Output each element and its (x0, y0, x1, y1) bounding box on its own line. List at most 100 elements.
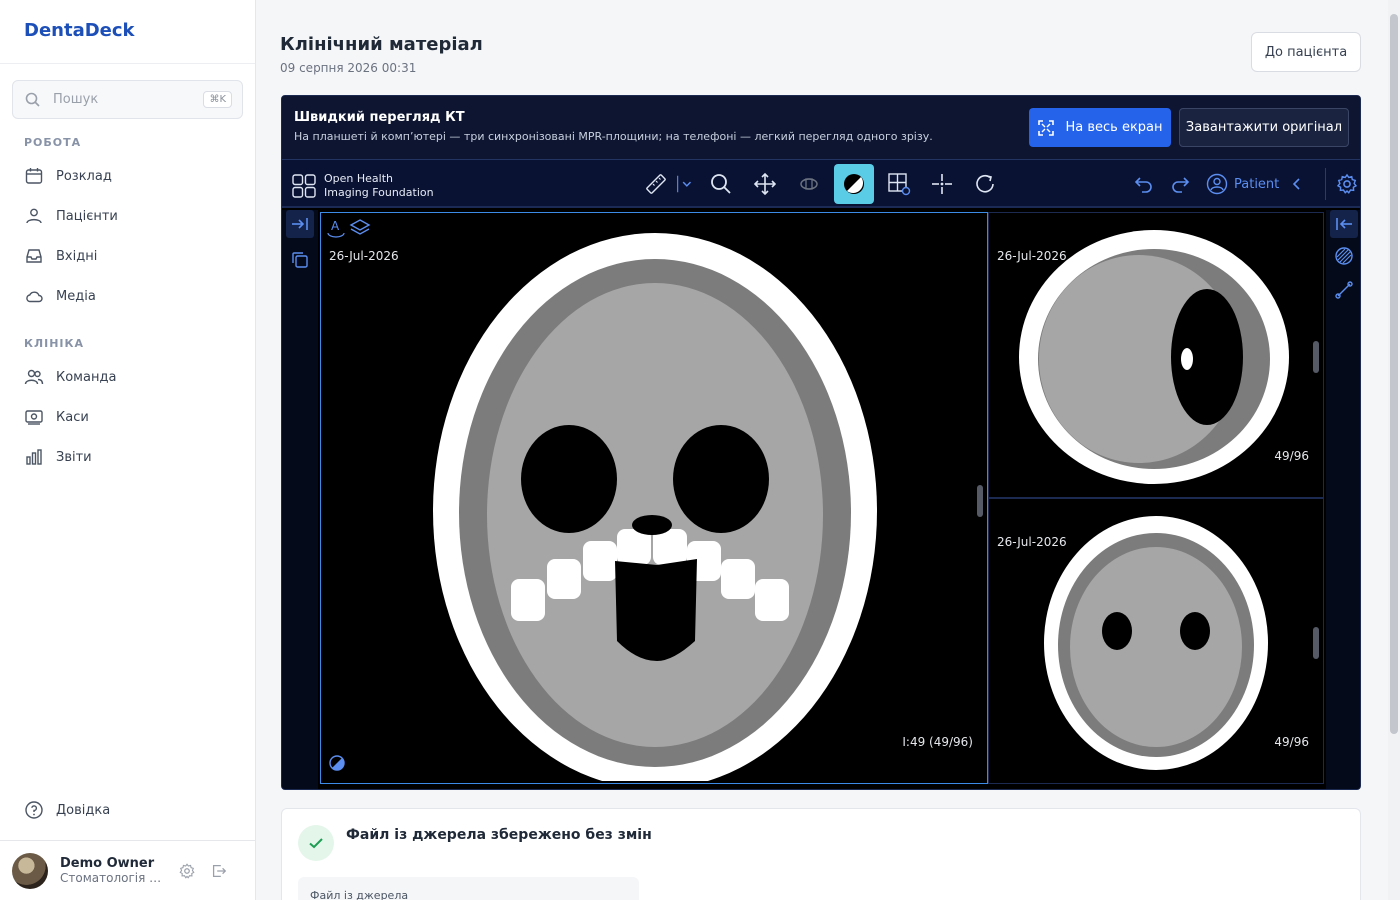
sidebar-item-media[interactable]: Медіа (24, 281, 234, 311)
search-shortcut: ⌘K (203, 91, 232, 108)
to-patient-button[interactable]: До пацієнта (1251, 32, 1361, 72)
refresh-icon (976, 174, 994, 193)
crosshair-icon (932, 174, 952, 194)
download-original-button[interactable]: Завантажити оригінал (1179, 108, 1349, 147)
toolbar-right: Patient (1132, 160, 1358, 208)
sidebar-item-label: Команда (56, 369, 117, 385)
help-icon (25, 801, 43, 819)
card-title: Файл із джерела збережено без змін (346, 827, 652, 843)
check-icon (298, 825, 334, 861)
rotate-3d-icon (800, 178, 818, 190)
pan-tool-button[interactable] (746, 166, 784, 202)
layout-grid-icon (888, 173, 911, 196)
gear-icon[interactable] (178, 862, 196, 880)
page-scrollbar-thumb[interactable] (1390, 14, 1398, 734)
stack-icon (292, 252, 308, 268)
contrast-small-icon[interactable] (329, 755, 345, 771)
cloud-icon (26, 291, 43, 303)
ohif-line1: Open Health (324, 172, 393, 185)
sidebar-item-cash[interactable]: Каси (24, 402, 234, 432)
viewer-title: Швидкий перегляд КТ (294, 110, 465, 125)
undo-icon[interactable] (1132, 172, 1156, 196)
sidebar-item-label: Медіа (56, 288, 96, 304)
viewport-scrollbar[interactable] (1313, 341, 1319, 373)
sidebar-item-label: Звіти (56, 449, 92, 465)
svg-text:A: A (331, 219, 340, 233)
segmentation-icon (1335, 247, 1353, 265)
inbox-icon (26, 249, 42, 263)
reference-tool-button[interactable] (790, 166, 828, 202)
user-org: Стоматологія П... (60, 871, 164, 885)
viewport-slice-info: I:49 (49/96) (902, 735, 973, 749)
sidebar-item-inbox[interactable]: Вхідні (24, 241, 234, 271)
viewport-scrollbar[interactable] (1313, 627, 1319, 659)
search-placeholder: Пошук (53, 92, 99, 107)
contrast-icon (844, 174, 864, 194)
brand-logo[interactable]: DentaDeck (0, 0, 255, 64)
sidebar-item-team[interactable]: Команда (24, 362, 234, 392)
toolbar-divider (1325, 168, 1327, 200)
search-input[interactable]: Пошук ⌘K (12, 80, 243, 119)
sidebar-item-patients[interactable]: Пацієнти (24, 201, 234, 231)
viewport-slice-info: 49/96 (1274, 449, 1309, 463)
expand-left-panel-button[interactable] (286, 210, 314, 238)
section-work: РОБОТА (24, 136, 82, 149)
expand-right-panel-button[interactable] (1330, 210, 1358, 238)
sidebar-item-label: Пацієнти (56, 208, 118, 224)
viewer-toolbar: Open Health Imaging Foundation Patient (282, 160, 1360, 208)
source-file-field: Файл із джерела (298, 877, 639, 900)
fullscreen-button[interactable]: На весь екран (1029, 108, 1171, 147)
viewport-coronal[interactable]: 26-Jul-2026 49/96 (988, 498, 1324, 784)
fullscreen-label: На весь екран (1065, 120, 1163, 135)
crosshair-tool-button[interactable] (923, 166, 961, 202)
page-scrollbar[interactable] (1388, 0, 1400, 900)
ct-coronal-image (1044, 516, 1268, 770)
viewport-date: 26-Jul-2026 (329, 249, 399, 263)
chevron-left-icon[interactable] (1289, 176, 1305, 192)
viewport-scrollbar[interactable] (977, 485, 983, 517)
measure-dropdown-button[interactable] (674, 166, 696, 202)
sidebar: DentaDeck Пошук ⌘K РОБОТА Розклад Пацієн… (0, 0, 256, 900)
ct-viewer: Швидкий перегляд КТ На планшеті й комп’ю… (281, 95, 1361, 790)
page-title: Клінічний матеріал (280, 34, 483, 55)
avatar[interactable] (12, 852, 48, 889)
ohif-grid-icon (292, 174, 316, 198)
layers-icon[interactable] (349, 217, 371, 239)
right-panel-strip (1326, 210, 1360, 789)
settings-icon[interactable] (1336, 173, 1358, 195)
move-icon (753, 172, 777, 196)
page-date: 09 серпня 2026 00:31 (280, 61, 417, 75)
user-bar: Demo Owner Стоматологія П... (0, 840, 256, 900)
logout-icon[interactable] (210, 862, 228, 880)
layout-tool-button[interactable] (880, 166, 918, 202)
chevron-down-icon (677, 175, 692, 193)
users-icon (26, 208, 42, 224)
series-panel-button[interactable] (286, 246, 314, 274)
ct-sagittal-image (1019, 230, 1289, 484)
patient-label[interactable]: Patient (1234, 177, 1279, 192)
viewport-slice-info: 49/96 (1274, 735, 1309, 749)
viewport-sagittal[interactable]: 26-Jul-2026 49/96 (988, 212, 1324, 498)
ohif-logo: Open Health Imaging Foundation (292, 172, 434, 200)
measurements-panel-button[interactable] (1330, 276, 1358, 304)
segmentation-panel-button[interactable] (1330, 242, 1358, 270)
source-file-card: Файл із джерела збережено без змін Файл … (281, 808, 1361, 900)
redo-icon[interactable] (1168, 172, 1192, 196)
cash-icon (25, 410, 43, 425)
left-panel-strip (282, 210, 318, 789)
patient-icon[interactable] (1206, 173, 1228, 195)
help-label: Довідка (56, 802, 111, 818)
measure-tool-button[interactable] (637, 166, 675, 202)
orientation-icon[interactable]: A (325, 217, 347, 239)
help-link[interactable]: Довідка (24, 800, 110, 820)
reset-tool-button[interactable] (966, 166, 1004, 202)
sidebar-item-label: Каси (56, 409, 89, 425)
zoom-tool-button[interactable] (702, 166, 740, 202)
sidebar-item-label: Вхідні (56, 248, 98, 264)
calendar-icon (25, 168, 43, 184)
viewport-axial[interactable]: A 26-Jul-2026 I:49 (49/96) (320, 212, 988, 784)
window-level-tool-button[interactable] (834, 164, 874, 204)
user-name: Demo Owner (60, 856, 155, 871)
sidebar-item-reports[interactable]: Звіти (24, 442, 234, 472)
sidebar-item-schedule[interactable]: Розклад (24, 161, 234, 191)
